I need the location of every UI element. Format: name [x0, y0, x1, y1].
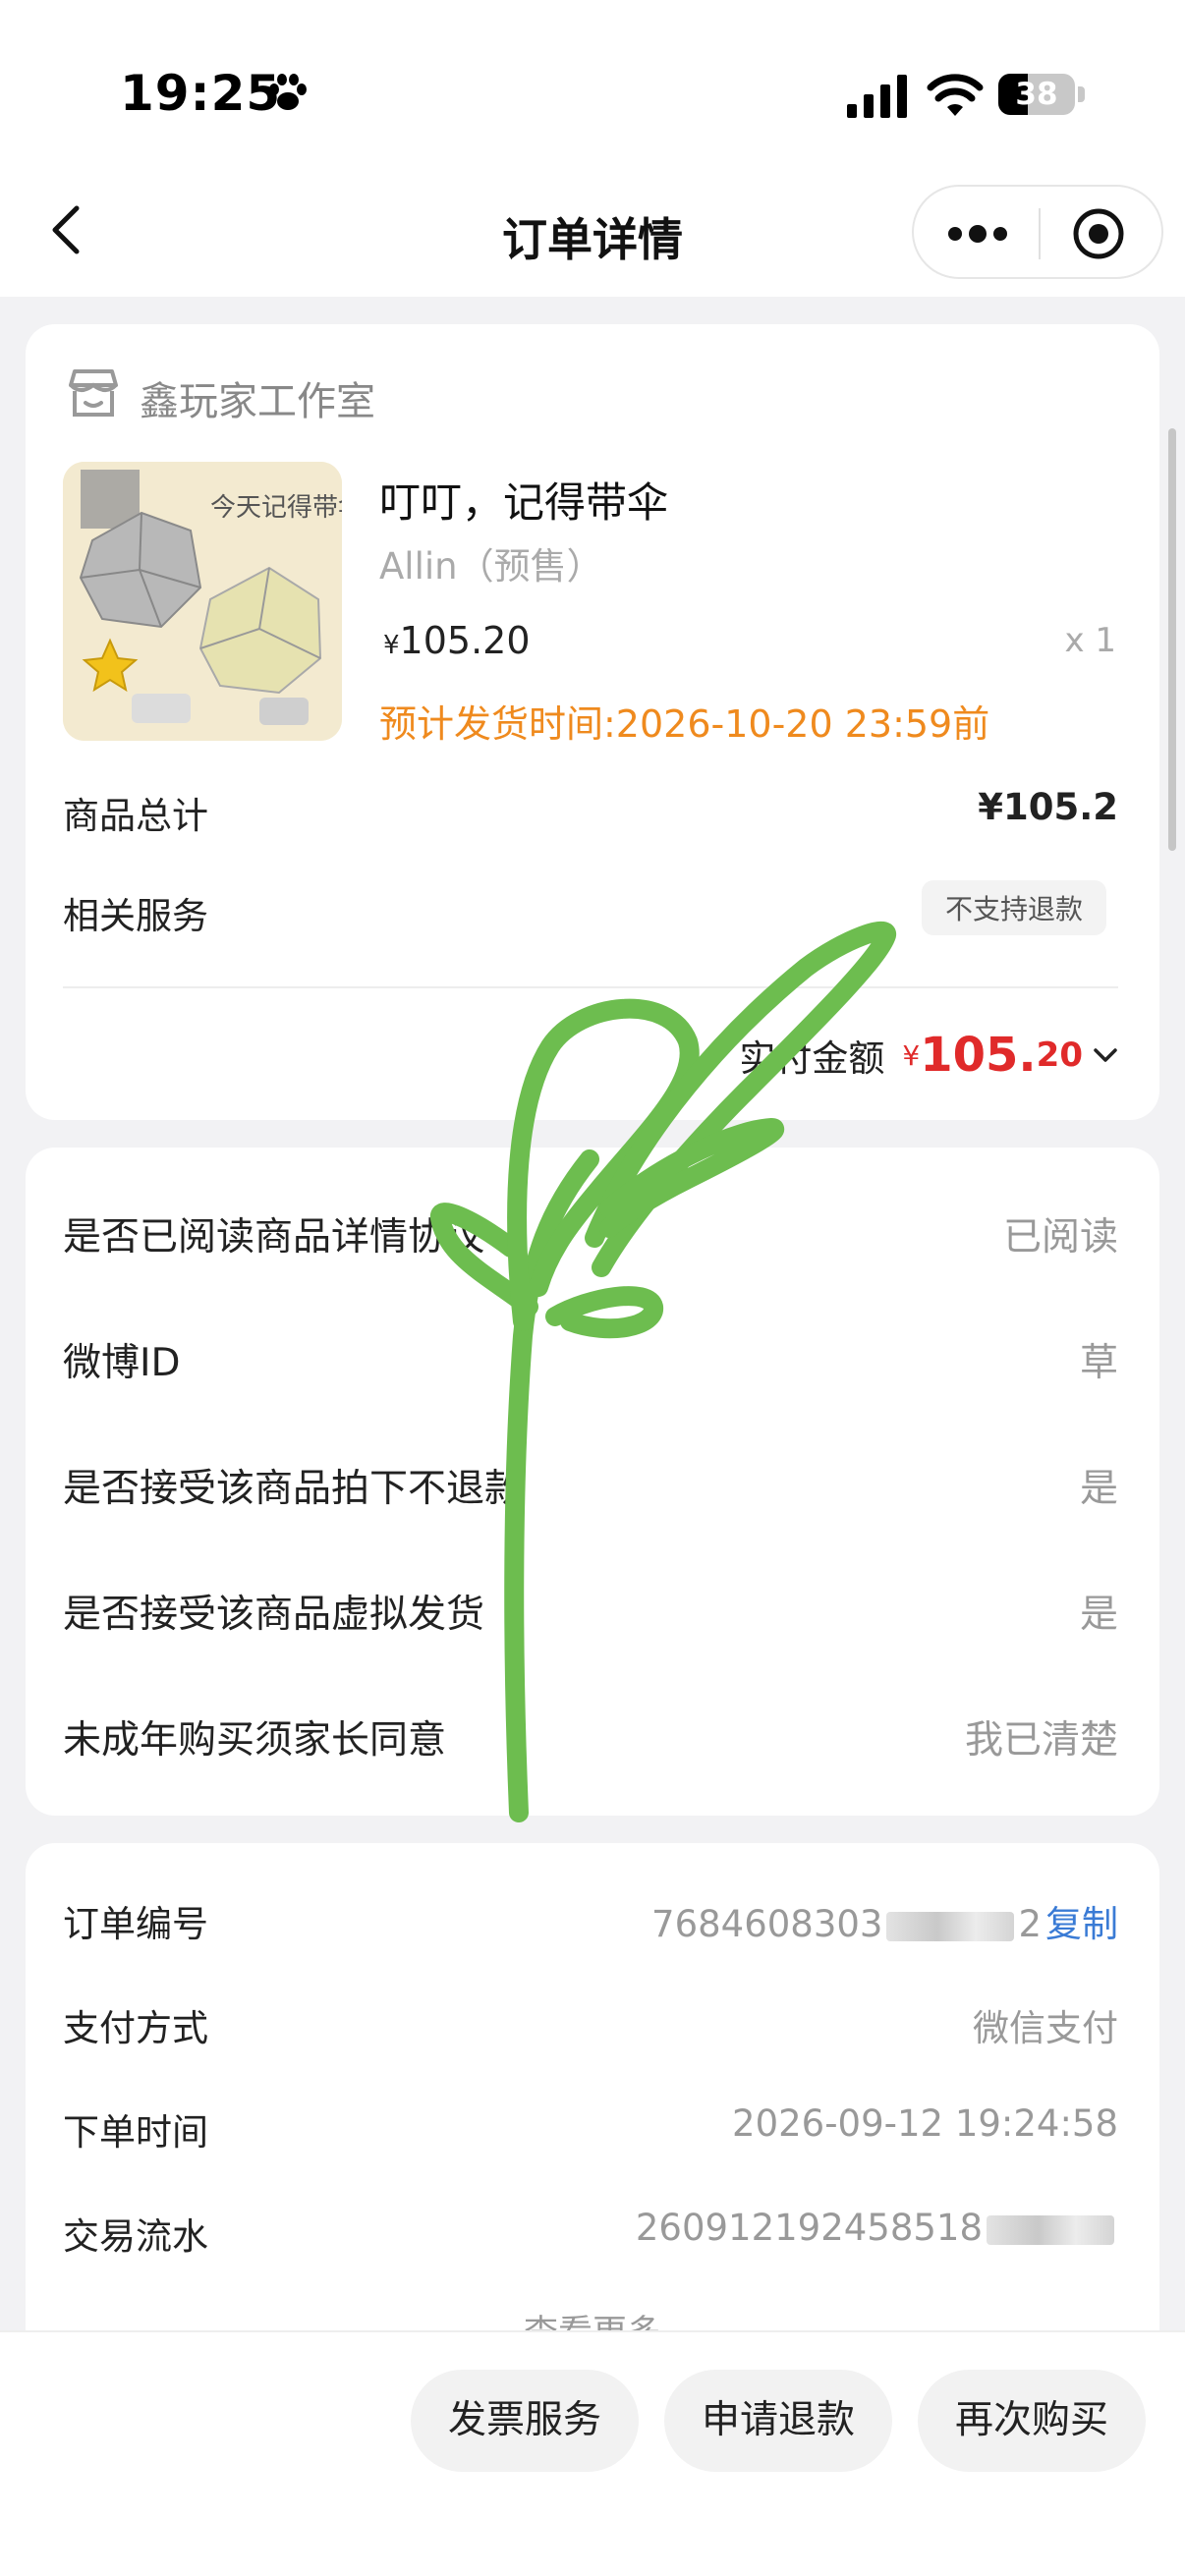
- pay-method-label: 支付方式: [63, 2007, 208, 2049]
- status-time: 19:25: [120, 65, 282, 122]
- product-image[interactable]: 今天记得带伞~: [63, 462, 342, 741]
- order-no-label: 订单编号: [63, 1903, 208, 1945]
- bottom-action-bar: 发票服务 申请退款 再次购买: [0, 2330, 1185, 2576]
- price-value: 105.20: [399, 619, 531, 662]
- paw-icon: [269, 74, 307, 110]
- txn-prefix: 260912192458518: [635, 2207, 983, 2249]
- product-title[interactable]: 叮叮，记得带伞: [379, 470, 668, 530]
- umbrella-illustration: 今天记得带伞~: [63, 462, 342, 741]
- paid-amount-int: 105.: [920, 1028, 1037, 1083]
- scrollbar[interactable]: [1168, 428, 1176, 851]
- divider: [63, 986, 1118, 988]
- question-value: 我已清楚: [964, 1718, 1118, 1763]
- refund-button[interactable]: 申请退款: [664, 2370, 892, 2472]
- paid-amount-row[interactable]: 实付金额 ¥105.20: [739, 1028, 1118, 1087]
- battery-tip: [1078, 86, 1085, 102]
- question-label: 微博ID: [63, 1341, 181, 1385]
- question-value: 草: [1079, 1341, 1118, 1385]
- chevron-down-icon: [1094, 1048, 1117, 1062]
- question-label: 是否已阅读商品详情协议: [63, 1215, 485, 1260]
- redaction-blur: [987, 2214, 1114, 2245]
- total-value: ¥105.2: [978, 786, 1118, 828]
- question-value: 是: [1079, 1593, 1118, 1637]
- txn-label: 交易流水: [63, 2215, 208, 2258]
- question-label: 未成年购买须家长同意: [63, 1718, 447, 1763]
- nav-bar: 订单详情: [0, 167, 1185, 297]
- question-label: 是否接受该商品拍下不退款: [63, 1467, 524, 1511]
- order-no-prefix: 7684608303: [651, 1903, 883, 1945]
- order-time: 2026-09-12 19:24:58: [732, 2102, 1118, 2145]
- question-value: 已阅读: [1002, 1215, 1118, 1260]
- order-no: 7684608303 2 复制: [651, 1894, 1118, 1947]
- ship-time: 预计发货时间:2026-10-20 23:59前: [379, 702, 990, 746]
- questionnaire-card: 是否已阅读商品详情协议 已阅读 微博ID 草 是否接受该商品拍下不退款 是 是否…: [26, 1148, 1159, 1816]
- shop-name: 鑫玩家工作室: [140, 379, 375, 424]
- wifi-icon: [927, 74, 984, 116]
- mini-program-capsule: [912, 185, 1163, 279]
- invoice-button[interactable]: 发票服务: [411, 2370, 639, 2472]
- product-price: ¥105.20: [383, 619, 531, 662]
- order-no-suffix: 2: [1018, 1903, 1042, 1945]
- cellular-signal-icon: [847, 75, 907, 118]
- product-sku: Allin（预售）: [379, 545, 603, 588]
- service-label: 相关服务: [63, 895, 208, 937]
- more-icon[interactable]: [943, 212, 1012, 255]
- paid-amount-dec: 20: [1036, 1036, 1083, 1075]
- rebuy-button[interactable]: 再次购买: [918, 2370, 1146, 2472]
- question-label: 是否接受该商品虚拟发货: [63, 1593, 485, 1637]
- pay-method: 微信支付: [973, 2007, 1118, 2049]
- product-card: 鑫玩家工作室 今天记得带伞~ 叮叮，记得带伞 Allin（预售） ¥105.20…: [26, 324, 1159, 1120]
- paid-currency: ¥: [902, 1038, 921, 1072]
- battery-icon: 38: [998, 74, 1075, 115]
- copy-button[interactable]: 复制: [1045, 1903, 1118, 1945]
- total-label: 商品总计: [63, 795, 208, 837]
- product-quantity: x 1: [1064, 621, 1116, 660]
- shop-icon: [69, 369, 118, 417]
- price-currency: ¥: [383, 631, 400, 660]
- close-target-icon[interactable]: [1071, 206, 1126, 261]
- image-caption: 今天记得带伞~: [210, 493, 342, 523]
- question-value: 是: [1079, 1467, 1118, 1511]
- service-tag: 不支持退款: [921, 880, 1106, 935]
- order-time-label: 下单时间: [63, 2111, 208, 2154]
- txn-no: 260912192458518: [636, 2207, 1118, 2249]
- status-bar: 19:25 38: [0, 0, 1185, 167]
- redaction-blur: [886, 1911, 1015, 1941]
- battery-level: 38: [1015, 77, 1058, 112]
- paid-label: 实付金额: [739, 1037, 885, 1080]
